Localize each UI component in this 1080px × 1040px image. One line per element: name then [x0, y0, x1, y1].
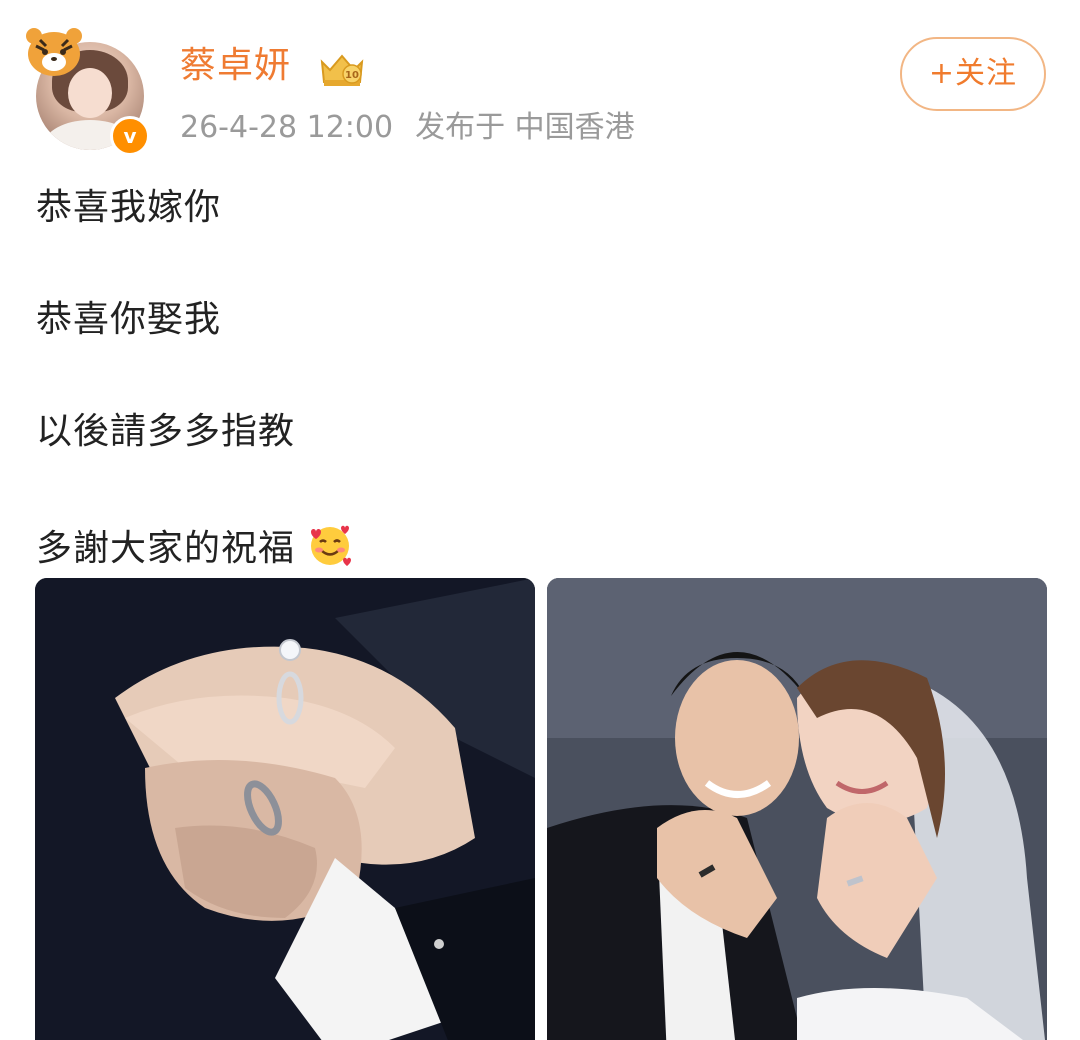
tiger-icon	[26, 28, 82, 76]
weibo-post: v 蔡卓妍 10 26-4-28 12:00 发布于 中国香港 +关注 恭喜我嫁你…	[0, 0, 1080, 1040]
member-crown-badge-icon[interactable]: 10	[316, 50, 368, 90]
user-name[interactable]: 蔡卓妍	[180, 44, 291, 88]
post-timestamp: 26-4-28 12:00	[180, 110, 394, 145]
avatar-block[interactable]: v	[22, 24, 154, 156]
verified-badge-icon: v	[110, 116, 150, 156]
post-text-line: 恭喜我嫁你	[36, 187, 222, 228]
post-text-line-with-emoji: 多謝大家的祝福	[36, 522, 353, 571]
post-meta: 26-4-28 12:00 发布于 中国香港	[180, 108, 635, 148]
wedding-rings-hands-photo[interactable]	[35, 578, 535, 1040]
post-text-line: 恭喜你娶我	[36, 299, 222, 340]
follow-button[interactable]: +关注	[900, 37, 1046, 111]
couple-showing-rings-photo[interactable]	[547, 578, 1047, 1040]
post-text-line: 以後請多多指教	[36, 411, 296, 452]
post-text-line: 多謝大家的祝福	[36, 528, 296, 569]
post-location: 发布于 中国香港	[415, 110, 635, 145]
smiling-face-with-hearts-icon	[311, 525, 352, 566]
member-level-text: 10	[345, 70, 359, 81]
